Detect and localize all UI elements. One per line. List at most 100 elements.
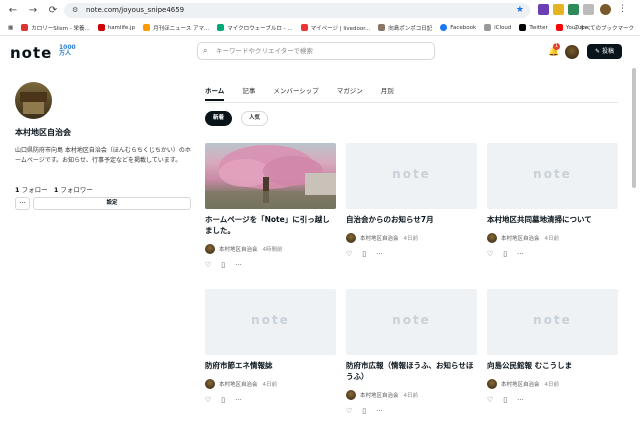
address-bar[interactable]: ⚙ note.com/joyous_snipe4659 ★ [64,3,530,18]
heart-icon[interactable]: ♡ [346,250,352,258]
profile-icon[interactable] [600,4,611,15]
menu-icon[interactable]: ⋮ [618,4,629,15]
article-thumbnail[interactable]: note [346,143,477,209]
author-name[interactable]: 本村地区自治会 [501,234,540,242]
bookmark-item[interactable]: hamlife.jp [97,24,135,31]
filter-popular-button[interactable]: 人気 [241,111,268,126]
site-info-icon[interactable]: ⚙ [72,3,78,18]
bookmark-item[interactable]: マイクロウェーブルロ - ... [217,24,293,32]
article-thumbnail[interactable] [205,143,336,209]
more-icon[interactable]: ··· [376,250,383,258]
settings-button[interactable]: 設定 [33,197,191,210]
article-meta: 本村地区自治会 4時間前 [205,244,283,254]
post-time: 4日前 [262,382,278,388]
author-name[interactable]: 本村地区自治会 [360,234,399,242]
article-title[interactable]: ホームページを「Note」に引っ越しました。 [205,214,336,236]
more-icon[interactable]: ··· [376,407,383,415]
magazine-icon[interactable]: ▯ [503,250,507,258]
article-card[interactable]: note 向島公民館報 むこうしま 本村地区自治会 4日前 ♡ ▯ ··· [487,289,618,429]
filter-new-button[interactable]: 新着 [205,111,232,126]
extension-icon[interactable] [553,4,564,15]
bookmark-item[interactable]: iCloud [484,24,511,31]
more-button[interactable]: ··· [15,197,30,210]
article-title[interactable]: 自治会からのお知らせ7月 [346,214,477,225]
avatar[interactable] [487,233,497,243]
magazine-icon[interactable]: ▯ [503,396,507,404]
bookmark-item[interactable]: マイページ | livedoor... [300,24,370,32]
profile-description: 山口県防府市向島 本村地区自治会（ほんむらちくじちかい）のホームページです。お知… [15,147,191,164]
article-card[interactable]: note 自治会からのお知らせ7月 本村地区自治会 4日前 ♡ ▯ ··· [346,143,477,283]
avatar[interactable] [346,233,356,243]
search-input[interactable]: ⌕ キーワードやクリエイターで検索 [197,42,435,60]
all-bookmarks[interactable]: » すべてのブックマーク [574,24,634,32]
article-meta: 本村地区自治会 4日前 [487,233,559,243]
post-time: 4日前 [544,236,560,242]
more-icon[interactable]: ··· [235,261,242,269]
follow-counts: 1 フォロー 1 フォロワー [15,186,93,194]
bookmark-item[interactable]: 月刊ほニュース アマ... [143,24,209,32]
post-time: 4日前 [544,382,560,388]
magazine-icon[interactable]: ▯ [221,396,225,404]
apps-icon[interactable]: ▦ [8,25,13,31]
tab-articles[interactable]: 記事 [242,85,255,101]
back-icon[interactable]: ← [6,3,20,17]
article-card[interactable]: note 防府市広報（情報ほうふ、お知らせほうふ） 本村地区自治会 4日前 ♡ … [346,289,477,429]
avatar[interactable] [346,390,356,400]
author-name[interactable]: 本村地区自治会 [501,380,540,388]
heart-icon[interactable]: ♡ [205,261,211,269]
more-icon[interactable]: ··· [517,396,524,404]
more-icon[interactable]: ··· [517,250,524,258]
bookmark-star-icon[interactable]: ★ [516,3,524,18]
magazine-icon[interactable]: ▯ [362,250,366,258]
magazine-icon[interactable]: ▯ [221,261,225,269]
tab-magazine[interactable]: マガジン [337,85,363,101]
avatar[interactable] [487,379,497,389]
article-thumbnail[interactable]: note [487,143,618,209]
extension-icon[interactable] [538,4,549,15]
bookmark-item[interactable]: Twitter [519,24,548,31]
more-icon[interactable]: ··· [235,396,242,404]
article-card[interactable]: ホームページを「Note」に引っ越しました。 本村地区自治会 4時間前 ♡ ▯ … [205,143,336,283]
reload-icon[interactable]: ⟳ [46,3,60,17]
heart-icon[interactable]: ♡ [346,407,352,415]
logo-badge: 1000 万人 [59,44,76,57]
heart-icon[interactable]: ♡ [487,250,493,258]
article-thumbnail[interactable]: note [205,289,336,355]
tab-home[interactable]: ホーム [205,85,225,101]
article-card[interactable]: note 本村地区共同墓地清掃について 本村地区自治会 4日前 ♡ ▯ ··· [487,143,618,283]
post-button[interactable]: ✎ 投稿 [587,44,622,59]
puzzle-icon[interactable] [583,4,594,15]
article-title[interactable]: 向島公民館報 むこうしま [487,360,618,371]
note-logo[interactable]: note [10,44,52,62]
avatar[interactable] [565,45,579,59]
article-thumbnail[interactable]: note [487,289,618,355]
bookmark-item[interactable]: 向島ポンポコ日記 [378,24,432,32]
author-name[interactable]: 本村地区自治会 [219,245,258,253]
forward-icon[interactable]: → [26,3,40,17]
magazine-icon[interactable]: ▯ [362,407,366,415]
article-meta: 本村地区自治会 4日前 [346,390,418,400]
note-placeholder-logo: note [533,313,572,327]
article-title[interactable]: 本村地区共同墓地清掃について [487,214,618,225]
bookmark-item[interactable]: Facebook [440,24,476,31]
heart-icon[interactable]: ♡ [205,396,211,404]
heart-icon[interactable]: ♡ [487,396,493,404]
extension-icon[interactable] [568,4,579,15]
avatar[interactable] [205,379,215,389]
profile-tabs: ホーム 記事 メンバーシップ マガジン 月別 [205,85,412,101]
author-name[interactable]: 本村地区自治会 [219,380,258,388]
bookmark-item[interactable]: カロリーSlism - 栄養... [21,24,90,32]
article-actions: ♡ ▯ ··· [487,250,534,258]
author-name[interactable]: 本村地区自治会 [360,391,399,399]
avatar[interactable] [205,244,215,254]
tab-membership[interactable]: メンバーシップ [273,85,318,101]
tab-monthly[interactable]: 月別 [381,85,394,101]
article-title[interactable]: 防府市広報（情報ほうふ、お知らせほうふ） [346,360,477,382]
article-title[interactable]: 防府市節エネ情報誌 [205,360,336,371]
followers-count[interactable]: 1 [54,186,59,194]
article-card[interactable]: note 防府市節エネ情報誌 本村地区自治会 4日前 ♡ ▯ ··· [205,289,336,429]
following-count[interactable]: 1 [15,186,20,194]
article-thumbnail[interactable]: note [346,289,477,355]
article-meta: 本村地区自治会 4日前 [346,233,418,243]
scrollbar[interactable] [632,68,636,188]
